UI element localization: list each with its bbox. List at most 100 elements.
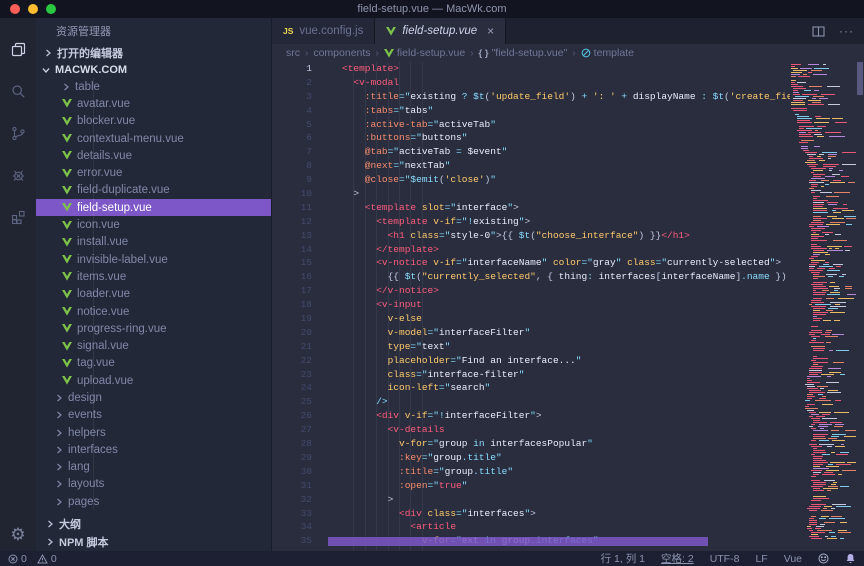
file-item[interactable]: tag.vue (36, 355, 271, 372)
more-actions-icon[interactable]: ··· (839, 24, 854, 38)
code-line[interactable]: :buttons="buttons" (342, 131, 790, 145)
code-line[interactable]: :active-tab="activeTab" (342, 118, 790, 132)
code-line[interactable]: @close="$emit('close')" (342, 173, 790, 187)
code-line[interactable]: :title="existing ? $t('update_field') + … (342, 90, 790, 104)
line-number[interactable]: 15 (272, 256, 312, 270)
code-line[interactable]: /> (342, 395, 790, 409)
outline-section[interactable]: 大纲 (36, 515, 271, 533)
line-number[interactable]: 4 (272, 104, 312, 118)
code-line[interactable]: <h1 class="style-0">{{ $t("choose_interf… (342, 229, 790, 243)
folder-item[interactable]: events (36, 407, 271, 424)
errors-indicator[interactable]: 0 (8, 553, 27, 565)
line-number[interactable]: 19 (272, 312, 312, 326)
code-line[interactable]: :key="group.title" (342, 451, 790, 465)
code-line[interactable]: v-else (342, 312, 790, 326)
line-number[interactable]: 35 (272, 534, 312, 548)
code-line[interactable]: </template> (342, 243, 790, 257)
line-number[interactable]: 22 (272, 354, 312, 368)
folder-item[interactable]: design (36, 389, 271, 406)
code-line[interactable]: <template v-if="!existing"> (342, 215, 790, 229)
close-window-button[interactable] (10, 4, 20, 14)
line-number[interactable]: 21 (272, 340, 312, 354)
line-number[interactable]: 17 (272, 284, 312, 298)
feedback-icon[interactable] (818, 553, 829, 564)
code-line[interactable]: <div v-if="!interfaceFilter"> (342, 409, 790, 423)
line-number[interactable]: 25 (272, 395, 312, 409)
line-number[interactable]: 24 (272, 381, 312, 395)
line-number[interactable]: 14 (272, 243, 312, 257)
file-item[interactable]: error.vue (36, 164, 271, 181)
close-tab-icon[interactable]: × (487, 24, 494, 38)
code-line[interactable]: > (342, 493, 790, 507)
code-line[interactable]: <v-notice v-if="interfaceName" color="gr… (342, 256, 790, 270)
code-area[interactable]: 1234567891011121314151617181920212223242… (272, 62, 864, 551)
line-number[interactable]: 7 (272, 145, 312, 159)
code-line[interactable]: @next="nextTab" (342, 159, 790, 173)
code-content[interactable]: <template> <v-modal :title="existing ? $… (330, 62, 790, 551)
eol-setting[interactable]: LF (755, 553, 767, 565)
debug-icon[interactable] (0, 154, 36, 196)
line-number[interactable]: 34 (272, 520, 312, 534)
folder-item[interactable]: layouts (36, 476, 271, 493)
code-line[interactable]: <v-details (342, 423, 790, 437)
code-line[interactable]: placeholder="Find an interface..." (342, 354, 790, 368)
line-number[interactable]: 29 (272, 451, 312, 465)
code-line[interactable]: :open="true" (342, 479, 790, 493)
code-line[interactable]: <v-modal (342, 76, 790, 90)
breadcrumb-item[interactable]: components (313, 47, 370, 59)
cursor-position[interactable]: 行 1, 列 1 (601, 551, 645, 566)
code-line[interactable]: {{ $t("currently_selected", { thing: int… (342, 270, 790, 284)
code-line[interactable]: <div class="interfaces"> (342, 507, 790, 521)
breadcrumb-item[interactable]: template (581, 47, 634, 59)
line-number[interactable]: 18 (272, 298, 312, 312)
code-line[interactable]: v-for="group in interfacesPopular" (342, 437, 790, 451)
bell-icon[interactable] (845, 553, 856, 564)
vertical-scrollbar[interactable] (857, 62, 863, 95)
line-number[interactable]: 2 (272, 76, 312, 90)
code-line[interactable]: :title="group.title" (342, 465, 790, 479)
open-editors-section[interactable]: 打开的编辑器 (36, 44, 271, 61)
file-item[interactable]: invisible-label.vue (36, 251, 271, 268)
code-line[interactable]: > (342, 187, 790, 201)
code-line[interactable]: <v-input (342, 298, 790, 312)
file-item[interactable]: blocker.vue (36, 113, 271, 130)
file-item[interactable]: details.vue (36, 147, 271, 164)
file-item[interactable]: icon.vue (36, 216, 271, 233)
file-item[interactable]: progress-ring.vue (36, 320, 271, 337)
code-line[interactable]: :tabs="tabs" (342, 104, 790, 118)
line-number[interactable]: 32 (272, 493, 312, 507)
code-line[interactable]: <template slot="interface"> (342, 201, 790, 215)
extensions-icon[interactable] (0, 196, 36, 238)
split-editor-icon[interactable] (812, 26, 825, 37)
file-item[interactable]: install.vue (36, 234, 271, 251)
line-number[interactable]: 28 (272, 437, 312, 451)
line-number[interactable]: 16 (272, 270, 312, 284)
minimize-window-button[interactable] (28, 4, 38, 14)
folder-item[interactable]: table (36, 78, 271, 95)
file-item[interactable]: field-duplicate.vue (36, 182, 271, 199)
line-number[interactable]: 30 (272, 465, 312, 479)
editor-tab-vue.config.js[interactable]: JSvue.config.js (272, 18, 375, 44)
editor-tab-field-setup.vue[interactable]: field-setup.vue× (375, 18, 506, 44)
search-icon[interactable] (0, 70, 36, 112)
root-folder-section[interactable]: MACWK.COM (36, 61, 271, 78)
breadcrumb-item[interactable]: { }"field-setup.vue" (479, 47, 568, 59)
language-mode[interactable]: Vue (784, 553, 802, 565)
line-number[interactable]: 3 (272, 90, 312, 104)
line-number[interactable]: 13 (272, 229, 312, 243)
breadcrumb-item[interactable]: field-setup.vue (384, 47, 465, 59)
line-number[interactable]: 26 (272, 409, 312, 423)
code-line[interactable]: class="interface-filter" (342, 368, 790, 382)
gear-icon[interactable]: ⚙ (0, 525, 36, 545)
line-number[interactable]: 23 (272, 368, 312, 382)
file-item[interactable]: notice.vue (36, 303, 271, 320)
minimap[interactable] (790, 64, 856, 551)
code-line[interactable]: type="text" (342, 340, 790, 354)
file-item[interactable]: avatar.vue (36, 95, 271, 112)
breadcrumb-item[interactable]: src (286, 47, 300, 59)
file-item[interactable]: upload.vue (36, 372, 271, 389)
code-line[interactable]: <template> (342, 62, 790, 76)
line-number[interactable]: 6 (272, 131, 312, 145)
line-number[interactable]: 11 (272, 201, 312, 215)
code-line[interactable]: icon-left="search" (342, 381, 790, 395)
